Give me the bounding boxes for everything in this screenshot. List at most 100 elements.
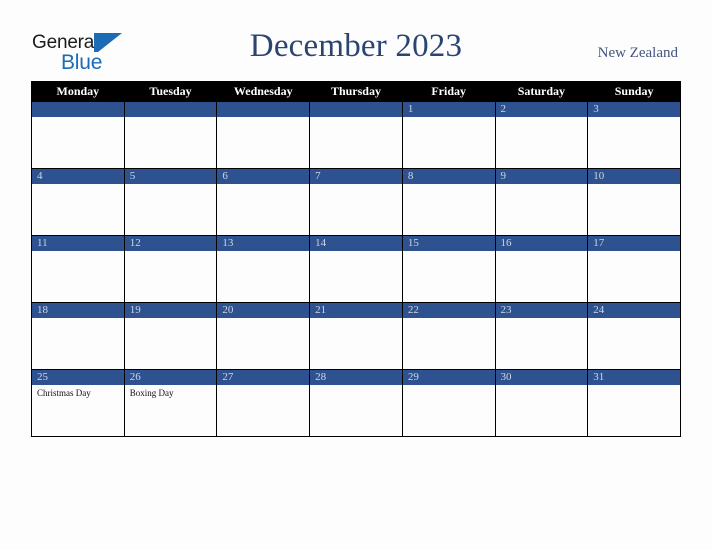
calendar-day-cell[interactable]: 13 <box>216 235 311 303</box>
day-number: 29 <box>402 370 495 385</box>
calendar-day-cell[interactable]: 27 <box>216 369 311 437</box>
calendar-day-cell[interactable]: 9 <box>494 168 589 236</box>
calendar-day-cell[interactable]: 26 Boxing Day <box>123 369 218 437</box>
calendar-day-cell[interactable]: 20 <box>216 302 311 370</box>
calendar-empty-cell[interactable] <box>309 101 403 169</box>
calendar-day-cell[interactable]: 2 <box>494 101 589 169</box>
calendar-header-row: Monday Tuesday Wednesday Thursday Friday… <box>31 81 681 102</box>
holiday-label: Christmas Day <box>37 388 91 398</box>
day-number: 6 <box>217 169 310 184</box>
calendar-day-cell[interactable]: 1 <box>401 101 496 169</box>
calendar-day-cell[interactable]: 12 <box>123 235 218 303</box>
day-number: 14 <box>310 236 402 251</box>
day-number: 4 <box>32 169 124 184</box>
day-events <box>32 117 124 120</box>
calendar-empty-cell[interactable] <box>123 101 218 169</box>
day-number: 18 <box>32 303 124 318</box>
calendar-day-cell[interactable]: 11 <box>31 235 125 303</box>
calendar-day-cell[interactable]: 14 <box>309 235 403 303</box>
day-number: 25 <box>32 370 124 385</box>
calendar-day-cell[interactable]: 23 <box>494 302 589 370</box>
day-number: 16 <box>495 236 588 251</box>
day-number <box>124 102 217 117</box>
calendar-day-cell[interactable]: 10 <box>587 168 681 236</box>
calendar-day-cell[interactable]: 30 <box>494 369 589 437</box>
calendar-week-row: 11 12 13 14 15 16 17 <box>31 235 681 303</box>
weekday-header-row: Monday Tuesday Wednesday Thursday Friday… <box>31 81 681 102</box>
day-number: 1 <box>402 102 495 117</box>
day-events <box>403 318 495 321</box>
calendar-day-cell[interactable]: 31 <box>587 369 681 437</box>
calendar-day-cell[interactable]: 4 <box>31 168 125 236</box>
day-events <box>310 251 402 254</box>
day-number <box>310 102 402 117</box>
calendar-day-cell[interactable]: 6 <box>216 168 311 236</box>
day-events <box>588 251 680 254</box>
day-events <box>32 318 124 321</box>
calendar-week-row: 25 Christmas Day 26 Boxing Day 27 28 29 30 31 <box>31 369 681 437</box>
calendar-week-row: 4 5 6 7 8 9 10 <box>31 168 681 236</box>
day-number: 11 <box>32 236 124 251</box>
calendar-day-cell[interactable]: 18 <box>31 302 125 370</box>
day-number: 19 <box>124 303 217 318</box>
calendar-day-cell[interactable]: 15 <box>401 235 496 303</box>
calendar-page: General Blue December 2023 New Zealand M… <box>0 0 712 550</box>
calendar-day-cell[interactable]: 25 Christmas Day <box>31 369 125 437</box>
day-number: 13 <box>217 236 310 251</box>
day-events <box>125 318 217 321</box>
calendar-empty-cell[interactable] <box>216 101 311 169</box>
country-label: New Zealand <box>597 45 678 61</box>
day-number: 24 <box>588 303 680 318</box>
day-events <box>217 251 309 254</box>
day-events <box>310 117 402 120</box>
day-events <box>588 385 680 388</box>
calendar-day-cell[interactable]: 3 <box>587 101 681 169</box>
calendar-week-row: 123 <box>31 101 681 169</box>
day-number <box>217 102 310 117</box>
day-events <box>217 318 309 321</box>
weekday-header-thursday: Thursday <box>309 81 403 102</box>
day-number: 21 <box>310 303 402 318</box>
day-events <box>588 318 680 321</box>
day-events <box>125 251 217 254</box>
calendar-day-cell[interactable]: 8 <box>401 168 496 236</box>
day-number: 9 <box>495 169 588 184</box>
day-events <box>588 117 680 120</box>
day-events <box>496 318 588 321</box>
page-header: General Blue December 2023 New Zealand <box>0 0 712 80</box>
day-number: 23 <box>495 303 588 318</box>
weekday-header-saturday: Saturday <box>494 81 589 102</box>
calendar-week-row: 18 19 20 21 22 23 24 <box>31 302 681 370</box>
calendar-body: 1 2 3 4 5 6 7 8 9 10 11 12 13 14 15 16 17 18 19 20 21 22 23 24 2… <box>31 101 681 437</box>
day-events <box>125 184 217 187</box>
day-events <box>125 117 217 120</box>
day-number: 5 <box>124 169 217 184</box>
calendar-day-cell[interactable]: 7 <box>309 168 403 236</box>
calendar-empty-cell[interactable] <box>31 101 125 169</box>
day-number: 15 <box>402 236 495 251</box>
day-events <box>496 385 588 388</box>
day-number: 22 <box>402 303 495 318</box>
day-number: 30 <box>495 370 588 385</box>
calendar-day-cell[interactable]: 22 <box>401 302 496 370</box>
day-number: 12 <box>124 236 217 251</box>
weekday-header-monday: Monday <box>31 81 125 102</box>
calendar-day-cell[interactable]: 28 <box>309 369 403 437</box>
weekday-header-tuesday: Tuesday <box>123 81 218 102</box>
calendar-day-cell[interactable]: 5 <box>123 168 218 236</box>
calendar-day-cell[interactable]: 29 <box>401 369 496 437</box>
day-number: 8 <box>402 169 495 184</box>
calendar-day-cell[interactable]: 24 <box>587 302 681 370</box>
day-events <box>217 184 309 187</box>
day-events: Boxing Day <box>125 385 217 399</box>
calendar-day-cell[interactable]: 21 <box>309 302 403 370</box>
day-number: 10 <box>588 169 680 184</box>
day-events <box>310 184 402 187</box>
day-events <box>310 318 402 321</box>
calendar-grid: Monday Tuesday Wednesday Thursday Friday… <box>31 81 681 437</box>
day-events <box>403 251 495 254</box>
calendar-day-cell[interactable]: 19 <box>123 302 218 370</box>
calendar-day-cell[interactable]: 17 <box>587 235 681 303</box>
day-events <box>403 184 495 187</box>
calendar-day-cell[interactable]: 16 <box>494 235 589 303</box>
